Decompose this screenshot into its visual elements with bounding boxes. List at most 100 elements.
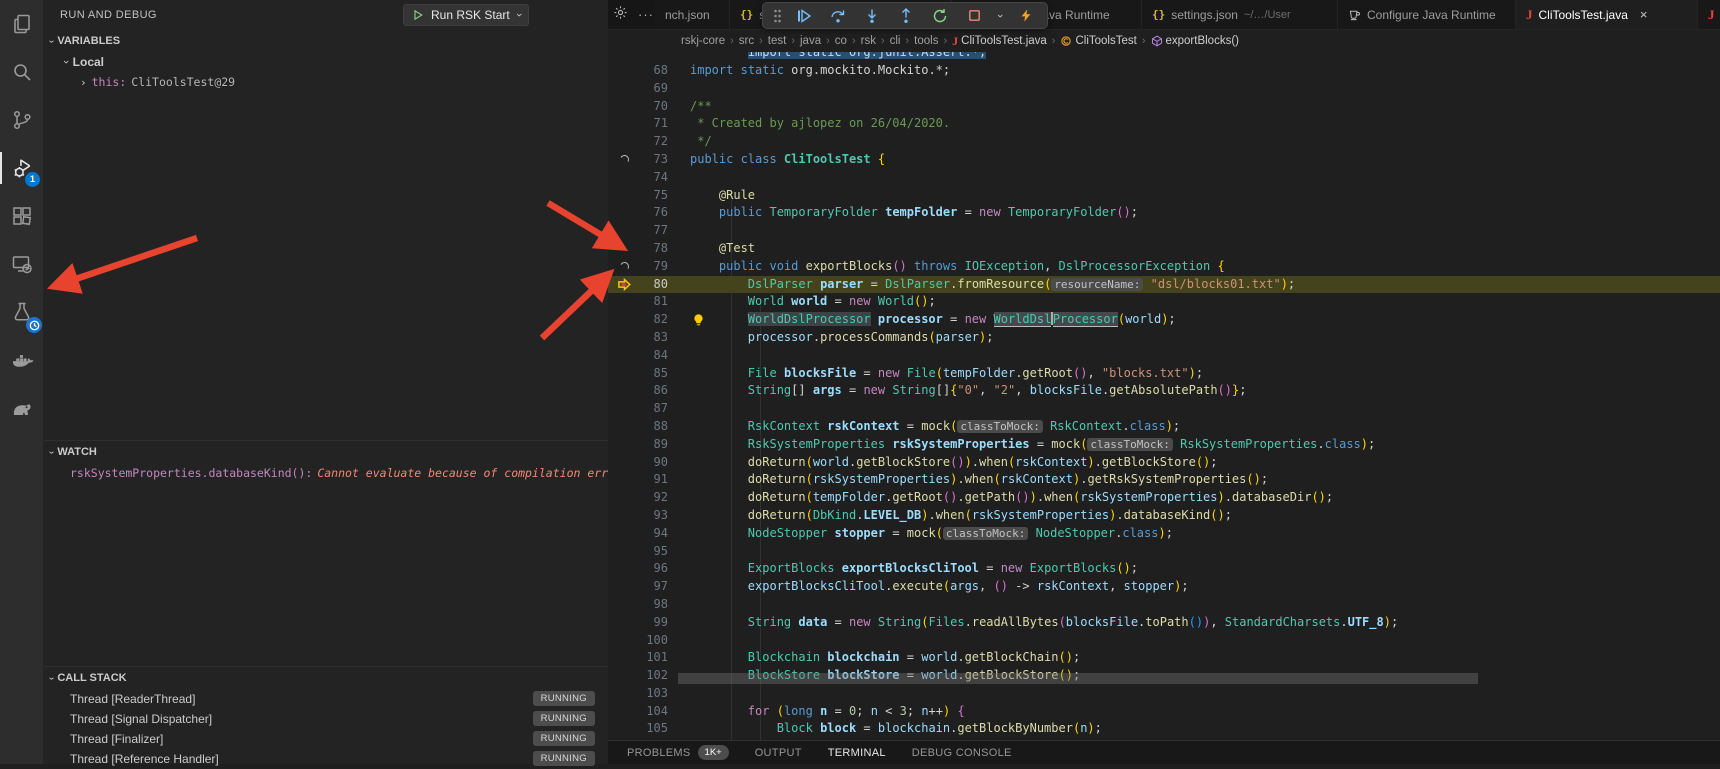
variables-header[interactable]: › VARIABLES — [44, 30, 608, 52]
breadcrumb-item[interactable]: rsk — [861, 35, 876, 47]
json-icon: {} — [740, 8, 753, 21]
breadcrumb-item-file[interactable]: CliToolsTest.java — [961, 35, 1047, 47]
thread-row[interactable]: Thread [Reference Handler] RUNNING — [44, 749, 608, 769]
code-line-78[interactable]: 78 @Test — [608, 240, 1720, 258]
run-and-debug-icon[interactable]: 1 — [0, 144, 44, 192]
code-line-72[interactable]: 72 */ — [608, 133, 1720, 151]
watch-header[interactable]: › WATCH — [44, 441, 608, 463]
breadcrumb-item[interactable]: co — [835, 35, 847, 47]
horizontal-scrollbar[interactable] — [678, 673, 1478, 684]
source-control-icon[interactable] — [0, 96, 44, 144]
code-editor[interactable]: import static org.junit.Assert.*;68impor… — [608, 52, 1720, 740]
code-line-89[interactable]: 89 RskSystemProperties rskSystemProperti… — [608, 436, 1720, 454]
continue-button[interactable] — [789, 4, 819, 27]
search-icon[interactable] — [0, 48, 44, 96]
code-line-99[interactable]: 99 String data = new String(Files.readAl… — [608, 614, 1720, 632]
breadcrumb-item-class[interactable]: CliToolsTest — [1075, 35, 1136, 47]
code-line-80[interactable]: 80 DslParser parser = DslParser.fromReso… — [608, 276, 1720, 294]
code-line-81[interactable]: 81 World world = new World(); — [608, 293, 1720, 311]
code-line-100[interactable]: 100 — [608, 632, 1720, 650]
code-line-87[interactable]: 87 — [608, 400, 1720, 418]
code-line-92[interactable]: 92 doReturn(tempFolder.getRoot().getPath… — [608, 489, 1720, 507]
watch-expression[interactable]: rskSystemProperties.databaseKind(): Cann… — [44, 463, 608, 483]
code-line-71[interactable]: 71 * Created by ajlopez on 26/04/2020. — [608, 115, 1720, 133]
debug-current-line-icon[interactable] — [608, 276, 640, 294]
thread-row[interactable]: Thread [Signal Dispatcher] RUNNING — [44, 709, 608, 729]
code-line-105[interactable]: 105 Block block = blockchain.getBlockByN… — [608, 720, 1720, 738]
breadcrumb-item[interactable]: cli — [890, 35, 901, 47]
breadcrumb-item[interactable]: java — [800, 35, 821, 47]
code-line-93[interactable]: 93 doReturn(DbKind.LEVEL_DB).when(rskSys… — [608, 507, 1720, 525]
tab-clitoolstest-java[interactable]: J CliToolsTest.java × — [1516, 0, 1698, 29]
code-text: * Created by ajlopez on 26/04/2020. — [690, 115, 950, 133]
gear-icon[interactable] — [613, 5, 628, 25]
panel-tab-terminal[interactable]: TERMINAL — [828, 747, 886, 759]
gradle-elephant-icon[interactable] — [0, 384, 44, 432]
hot-code-replace-button[interactable] — [1011, 4, 1041, 27]
code-line-68[interactable]: 68import static org.mockito.Mockito.*; — [608, 62, 1720, 80]
breadcrumb-item[interactable]: rskj-core — [681, 35, 725, 47]
code-line-73[interactable]: 73public class CliToolsTest { — [608, 151, 1720, 169]
code-line-79[interactable]: 79 public void exportBlocks() throws IOE… — [608, 258, 1720, 276]
code-line-96[interactable]: 96 ExportBlocks exportBlocksCliTool = ne… — [608, 560, 1720, 578]
step-into-button[interactable] — [857, 4, 887, 27]
code-line-97[interactable]: 97 exportBlocksCliTool.execute(args, () … — [608, 578, 1720, 596]
stop-dropdown-chevron-icon[interactable]: › — [993, 4, 1007, 27]
panel-tab-output[interactable]: OUTPUT — [755, 747, 802, 759]
code-line-77[interactable]: 77 — [608, 222, 1720, 240]
code-line-95[interactable]: 95 — [608, 543, 1720, 561]
close-icon[interactable]: × — [1640, 7, 1648, 22]
docker-icon[interactable] — [0, 336, 44, 384]
code-line-85[interactable]: 85 File blocksFile = new File(tempFolder… — [608, 365, 1720, 383]
tab-overflow-java[interactable]: J CliToolsTest.java — [1698, 0, 1720, 29]
code-line-88[interactable]: 88 RskContext rskContext = mock(classToM… — [608, 418, 1720, 436]
tab-configure-java-runtime-2[interactable]: Configure Java Runtime — [1338, 0, 1516, 29]
toolbar-grip-icon[interactable] — [769, 4, 785, 27]
thread-row[interactable]: Thread [Finalizer] RUNNING — [44, 729, 608, 749]
code-line-90[interactable]: 90 doReturn(world.getBlockStore()).when(… — [608, 454, 1720, 472]
stop-button[interactable] — [959, 4, 989, 27]
code-line-101[interactable]: 101 Blockchain blockchain = world.getBlo… — [608, 649, 1720, 667]
run-config-dropdown[interactable]: Run RSK Start › — [403, 4, 529, 26]
code-line-74[interactable]: 74 — [608, 169, 1720, 187]
panel-tab-debug-console[interactable]: DEBUG CONSOLE — [912, 747, 1012, 759]
code-line-86[interactable]: 86 String[] args = new String[]{"0", "2"… — [608, 382, 1720, 400]
tab-launch-json[interactable]: nch.json — [655, 0, 730, 29]
fold-icon[interactable] — [608, 151, 640, 169]
variables-section: › VARIABLES › Local › this: CliToolsTest… — [44, 30, 608, 92]
code-line-84[interactable]: 84 — [608, 347, 1720, 365]
variable-this[interactable]: › this: CliToolsTest@29 — [44, 72, 608, 92]
fold-icon[interactable] — [608, 258, 640, 276]
code-line-82[interactable]: 82 WorldDslProcessor processor = new Wor… — [608, 311, 1720, 329]
code-line-69[interactable]: 69 — [608, 80, 1720, 98]
extensions-icon[interactable] — [0, 192, 44, 240]
step-over-button[interactable] — [823, 4, 853, 27]
code-line-94[interactable]: 94 NodeStopper stopper = mock(classToMoc… — [608, 525, 1720, 543]
gutter — [608, 115, 640, 133]
tab-settings-json-user[interactable]: {} settings.json ~/…/User — [1142, 0, 1338, 29]
restart-button[interactable] — [925, 4, 955, 27]
code-text: import static org.junit.Assert.*; — [690, 52, 986, 62]
more-actions-icon[interactable]: ··· — [638, 7, 654, 22]
breadcrumb-item[interactable]: test — [768, 35, 787, 47]
code-line-103[interactable]: 103 — [608, 685, 1720, 703]
code-line-98[interactable]: 98 — [608, 596, 1720, 614]
code-line-76[interactable]: 76 public TemporaryFolder tempFolder = n… — [608, 204, 1720, 222]
variables-scope-local[interactable]: › Local — [44, 52, 608, 72]
code-line-83[interactable]: 83 processor.processCommands(parser); — [608, 329, 1720, 347]
code-line-91[interactable]: 91 doReturn(rskSystemProperties).when(rs… — [608, 471, 1720, 489]
testing-beaker-icon[interactable] — [0, 288, 44, 336]
step-out-button[interactable] — [891, 4, 921, 27]
remote-explorer-icon[interactable] — [0, 240, 44, 288]
call-stack-header[interactable]: › CALL STACK — [44, 667, 608, 689]
explorer-icon[interactable] — [0, 0, 44, 48]
code-line-104[interactable]: 104 for (long n = 0; n < 3; n++) { — [608, 703, 1720, 721]
thread-row[interactable]: Thread [ReaderThread] RUNNING — [44, 689, 608, 709]
breadcrumb-item[interactable]: tools — [914, 35, 938, 47]
code-line-clipped[interactable]: import static org.junit.Assert.*; — [608, 52, 1720, 62]
code-line-70[interactable]: 70/** — [608, 98, 1720, 116]
code-line-75[interactable]: 75 @Rule — [608, 187, 1720, 205]
breadcrumb-item-method[interactable]: exportBlocks() — [1166, 35, 1240, 47]
panel-tab-problems[interactable]: PROBLEMS 1K+ — [627, 745, 729, 760]
breadcrumb-item[interactable]: src — [739, 35, 754, 47]
